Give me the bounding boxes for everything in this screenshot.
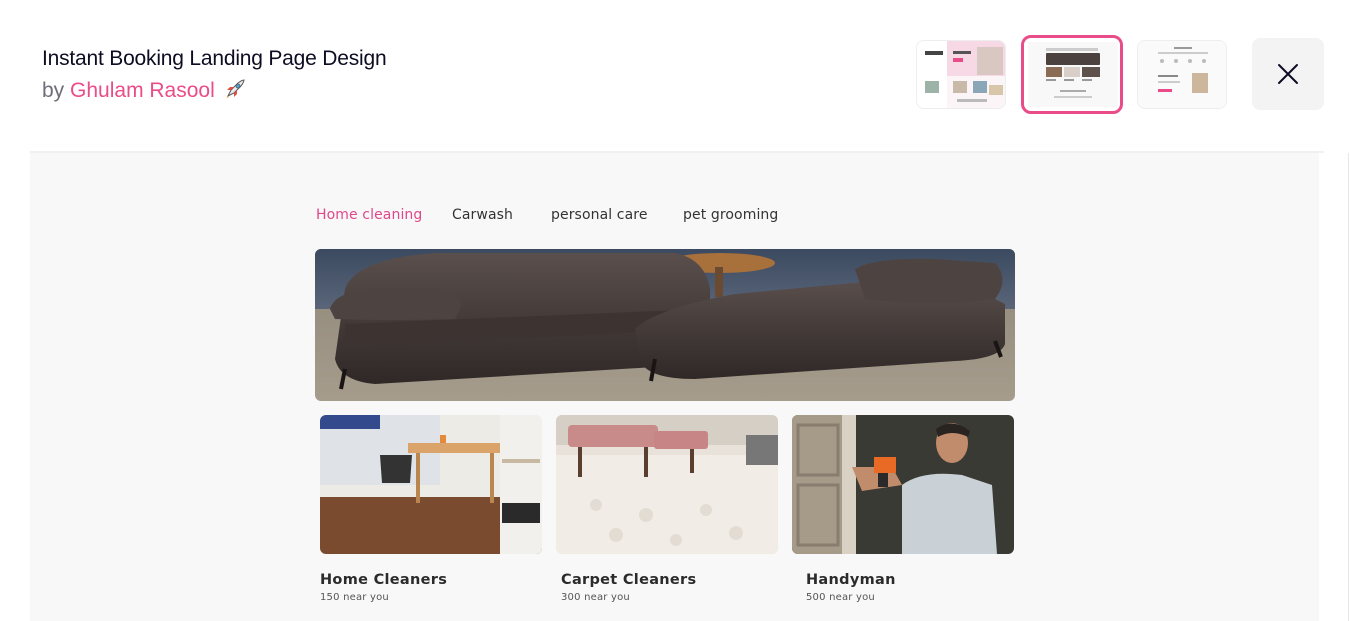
rocket-icon (224, 78, 246, 100)
carpet-cleaners-image[interactable] (556, 415, 778, 554)
close-button[interactable] (1252, 38, 1324, 110)
card-sub-home-cleaners: 150 near you (320, 592, 389, 603)
nav-home-cleaning[interactable]: Home cleaning (316, 207, 422, 223)
shot-title: Instant Booking Landing Page Design (42, 47, 387, 70)
hero-sofa-image (315, 249, 1015, 401)
card-sub-carpet-cleaners: 300 near you (561, 592, 630, 603)
nav-carwash[interactable]: Carwash (452, 207, 513, 223)
scrollbar-track[interactable] (1348, 153, 1349, 621)
thumbnail-3[interactable] (1137, 40, 1227, 109)
thumbnail-2[interactable] (1021, 35, 1123, 114)
nav-pet-grooming[interactable]: pet grooming (683, 207, 778, 223)
card-title-handyman: Handyman (806, 572, 896, 588)
card-sub-handyman: 500 near you (806, 592, 875, 603)
thumbnail-1[interactable] (916, 40, 1006, 109)
by-prefix: by (42, 79, 65, 102)
nav-personal-care[interactable]: personal care (551, 207, 648, 223)
home-cleaners-image[interactable] (320, 415, 542, 554)
card-title-carpet-cleaners: Carpet Cleaners (561, 572, 697, 588)
close-icon (1278, 64, 1298, 84)
author-link[interactable]: Ghulam Rasool (70, 79, 215, 102)
card-title-home-cleaners: Home Cleaners (320, 572, 448, 588)
byline: by Ghulam Rasool (42, 78, 246, 103)
handyman-image[interactable] (792, 415, 1014, 554)
